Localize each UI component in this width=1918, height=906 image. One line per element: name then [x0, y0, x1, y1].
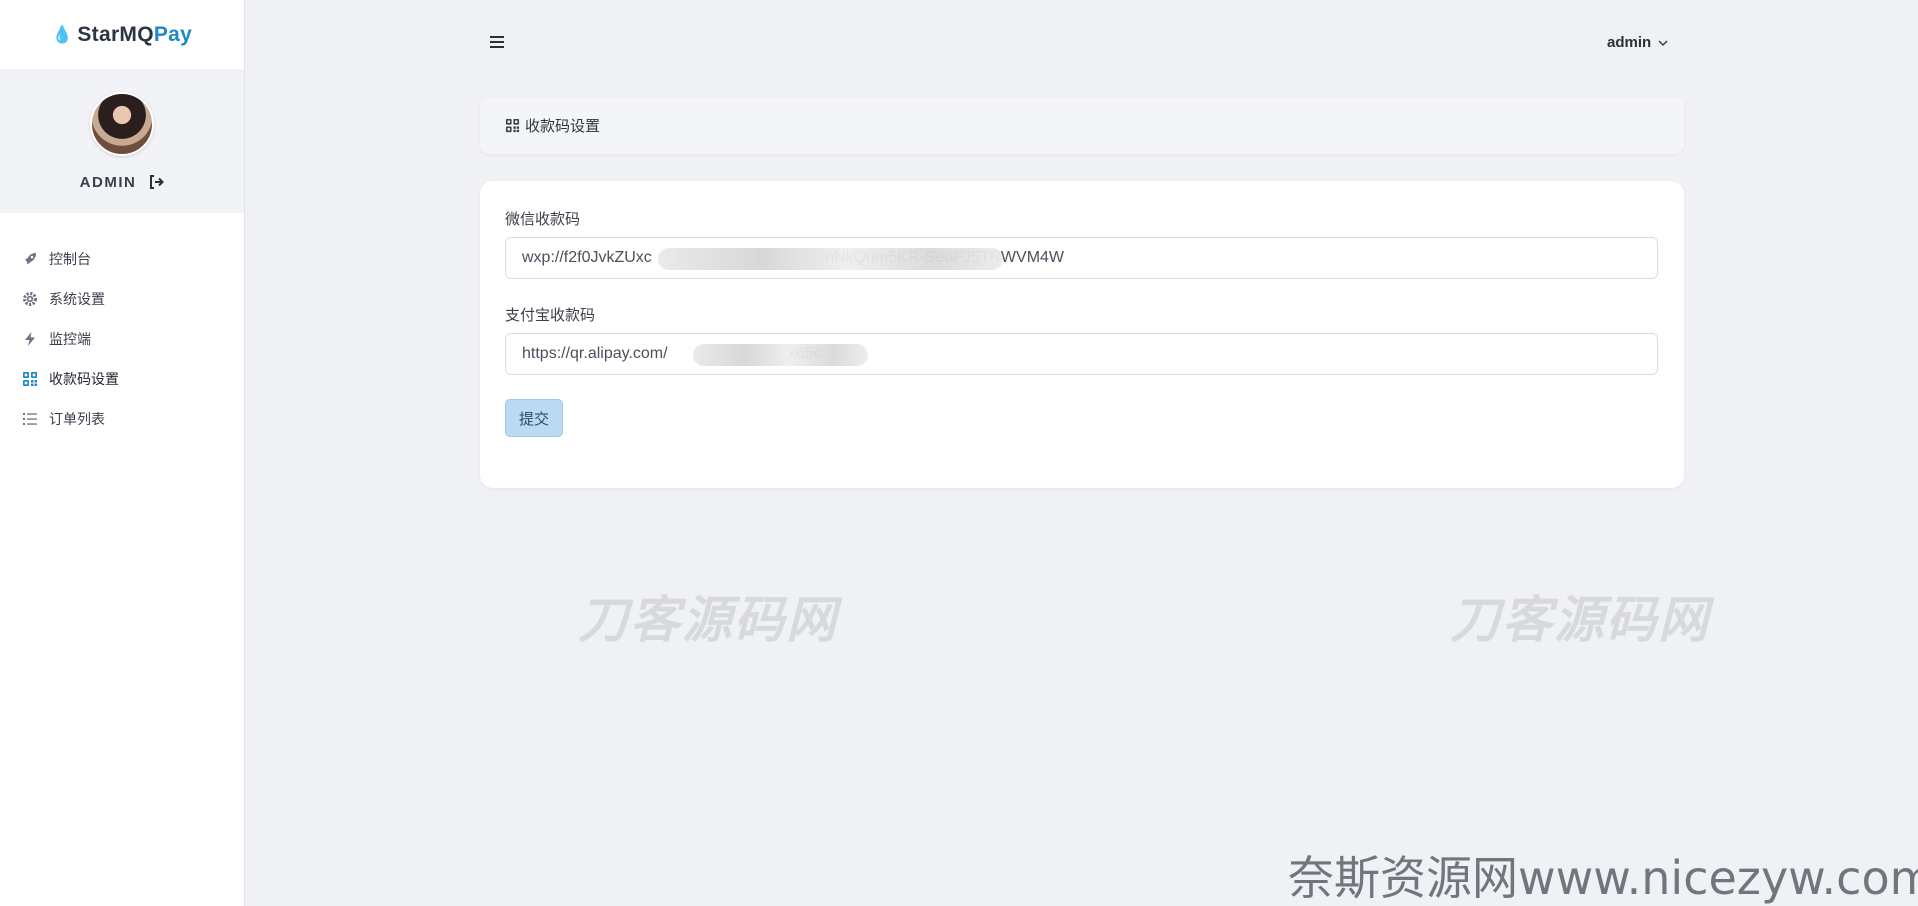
rocket-icon — [21, 251, 38, 268]
brand-logo[interactable]: 💧 StarMQ Pay — [0, 0, 244, 69]
brand-name-part1: StarMQ — [77, 22, 154, 46]
qrcode-form: 微信收款码 支付宝收款码 提交 — [480, 181, 1684, 488]
page-title-card: 收款码设置 — [480, 97, 1684, 154]
sidebar-item-label: 监控端 — [49, 331, 91, 347]
sidebar-item-system-settings[interactable]: 系统设置 — [0, 279, 244, 319]
wechat-qrcode-input[interactable] — [505, 237, 1658, 279]
user-name: admin — [1607, 34, 1652, 51]
alipay-qrcode-label: 支付宝收款码 — [505, 307, 596, 324]
watermark-center-left: 刀客源码网 — [578, 592, 838, 648]
watermark-corner: 奈斯资源网www.nicezyw.com — [1288, 851, 1918, 905]
qrcode-icon — [505, 118, 520, 133]
sidebar-item-label: 控制台 — [49, 251, 91, 267]
gear-icon — [21, 291, 38, 308]
avatar — [90, 91, 154, 156]
qrcode-icon — [21, 371, 38, 388]
chevron-down-icon — [1658, 40, 1668, 46]
brand-name-part2: Pay — [153, 22, 193, 46]
sidebar-item-orders[interactable]: 订单列表 — [0, 399, 244, 439]
sidebar-nav: 控制台 系统设置 监控端 收款码设置 订单列表 — [0, 239, 244, 439]
sidebar: 💧 StarMQ Pay ADMIN 控制台 系统设置 监控端 收款码设置 订单… — [0, 0, 245, 906]
sidebar-item-monitor[interactable]: 监控端 — [0, 319, 244, 359]
sidebar-item-label: 系统设置 — [49, 291, 105, 307]
watermark-center-right: 刀客源码网 — [1450, 592, 1710, 648]
list-icon — [21, 411, 38, 428]
profile-name: ADMIN — [79, 173, 137, 191]
page-title: 收款码设置 — [525, 118, 601, 135]
sidebar-item-label: 订单列表 — [49, 411, 105, 427]
profile-panel: ADMIN — [0, 69, 244, 213]
menu-toggle-icon[interactable] — [490, 36, 504, 50]
sidebar-item-dashboard[interactable]: 控制台 — [0, 239, 244, 279]
bolt-icon — [21, 331, 38, 348]
wechat-qrcode-label: 微信收款码 — [505, 211, 581, 228]
submit-button[interactable]: 提交 — [505, 399, 563, 437]
flame-icon: 💧 — [51, 24, 74, 44]
sidebar-item-label: 收款码设置 — [49, 371, 119, 387]
alipay-qrcode-input[interactable] — [505, 333, 1658, 375]
sidebar-item-qrcode-settings[interactable]: 收款码设置 — [0, 359, 244, 399]
user-menu[interactable]: admin — [1607, 34, 1669, 51]
logout-icon[interactable] — [148, 174, 165, 190]
